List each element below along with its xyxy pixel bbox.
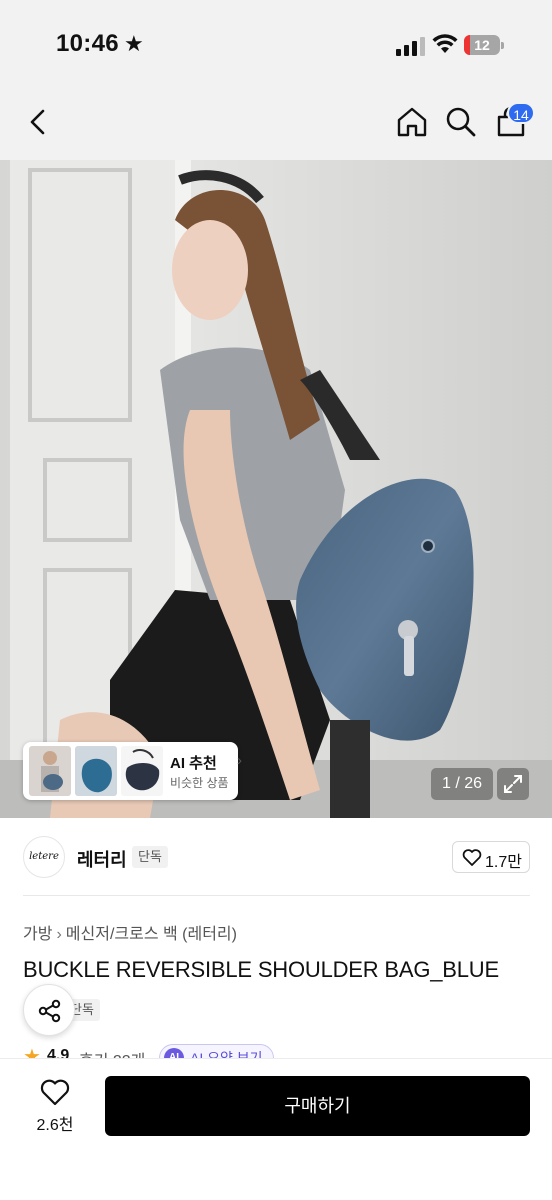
chevron-right-icon: › xyxy=(237,752,242,769)
share-icon xyxy=(38,999,61,1023)
battery-icon: 12 xyxy=(464,35,504,55)
breadcrumb-category[interactable]: 가방 xyxy=(23,926,52,943)
expand-icon xyxy=(504,775,522,793)
expand-image-button[interactable] xyxy=(497,768,529,800)
wifi-icon xyxy=(432,34,458,53)
buy-button[interactable]: 구매하기 xyxy=(105,1076,530,1136)
top-nav-bar xyxy=(0,88,552,160)
chevron-right-icon: › xyxy=(56,926,62,943)
heart-icon[interactable] xyxy=(40,1079,70,1107)
cellular-signal-icon xyxy=(396,36,426,56)
breadcrumb: 가방 › 메신저/크로스 백 (레터리) xyxy=(23,920,237,944)
battery-level: 12 xyxy=(474,37,490,53)
ai-thumb-1 xyxy=(29,746,71,796)
ai-recommend-subtitle: 비슷한 상품 xyxy=(170,776,229,790)
wish-count: 2.6천 xyxy=(36,1117,74,1134)
location-star-icon: ★ xyxy=(124,31,144,56)
ai-thumb-3 xyxy=(121,746,163,796)
status-bar: 10:46 ★ 12 xyxy=(0,0,552,88)
product-image[interactable] xyxy=(0,160,552,818)
brand-name[interactable]: 레터리 xyxy=(77,846,127,872)
search-icon[interactable] xyxy=(444,105,478,139)
ai-thumb-2 xyxy=(75,746,117,796)
image-page-indicator: 1 / 26 xyxy=(431,768,493,800)
cart-count-badge: 14 xyxy=(507,102,535,124)
back-icon[interactable] xyxy=(22,105,56,139)
product-title: BUCKLE REVERSIBLE SHOULDER BAG_BLUE xyxy=(23,957,499,982)
product-detail-page: 10:46 ★ 12 14 AI 추천 › 비슷한 상품 1 / 26 lete… xyxy=(0,0,552,1200)
brand-logo[interactable]: letere xyxy=(23,836,65,878)
heart-icon xyxy=(462,849,482,866)
share-button[interactable] xyxy=(23,984,75,1036)
home-icon[interactable] xyxy=(395,105,429,139)
ai-recommend-title: AI 추천 xyxy=(170,755,217,772)
brand-like-button[interactable]: 1.7만 xyxy=(452,841,530,873)
brand-like-count: 1.7만 xyxy=(485,854,522,871)
status-time: 10:46 xyxy=(56,30,119,57)
breadcrumb-subcategory[interactable]: 메신저/크로스 백 (레터리) xyxy=(66,926,237,943)
brand-exclusive-badge: 단독 xyxy=(132,846,168,868)
divider xyxy=(23,895,530,896)
ai-recommend-card[interactable]: AI 추천 › 비슷한 상품 xyxy=(23,742,242,800)
product-photo xyxy=(0,160,552,818)
